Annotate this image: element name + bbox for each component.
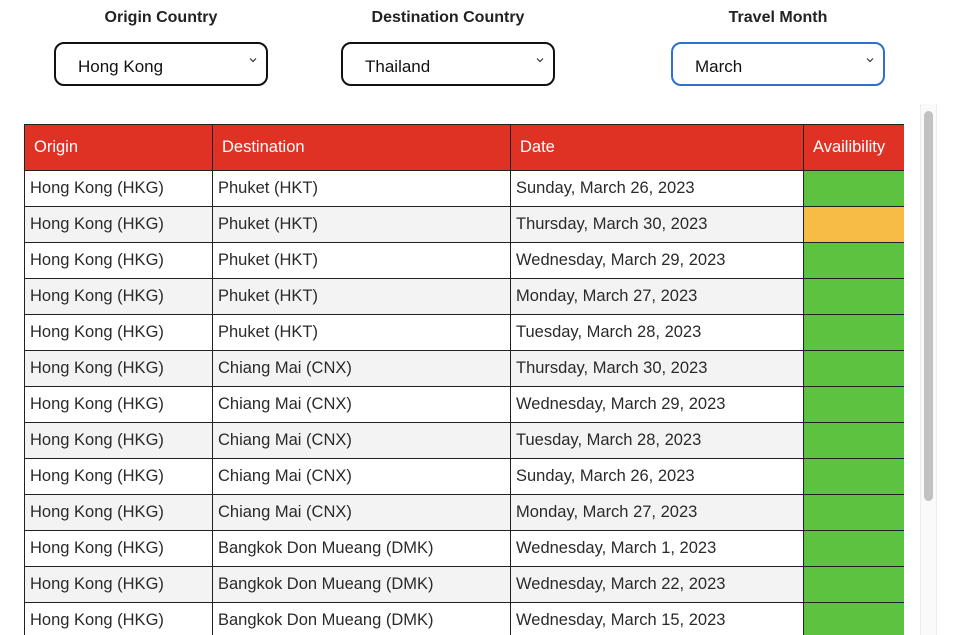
flights-table-container: Origin Destination Date Availibility Hon… [24,124,904,635]
date-cell: Thursday, March 30, 2023 [510,350,804,387]
destination-cell: Chiang Mai (CNX) [212,350,511,387]
availability-indicator-green [803,278,904,315]
availability-indicator-green [803,386,904,423]
destination-cell: Phuket (HKT) [212,242,511,279]
date-cell: Wednesday, March 22, 2023 [510,566,804,603]
destination-cell: Chiang Mai (CNX) [212,458,511,495]
origin-cell: Hong Kong (HKG) [24,422,213,459]
travel-month-label: Travel Month [728,9,828,26]
header-origin: Origin [24,124,213,171]
table-row: Hong Kong (HKG) Phuket (HKT) Tuesday, Marc… [24,314,904,351]
destination-country-value: Thailand [365,57,431,76]
travel-month-value: March [695,57,743,76]
chevron-down-icon [249,58,257,63]
table-row: Hong Kong (HKG) Phuket (HKT) Monday, March… [24,278,904,315]
origin-country-select[interactable]: Hong Kong [54,42,268,86]
header-availability: Availibility [803,124,904,171]
chevron-down-icon [536,58,544,63]
table-row: Hong Kong (HKG) Phuket (HKT) Wednesday, Ma… [24,242,904,279]
origin-cell: Hong Kong (HKG) [24,278,213,315]
origin-cell: Hong Kong (HKG) [24,242,213,279]
availability-indicator-green [803,350,904,387]
table-row: Hong Kong (HKG) Chiang Mai (CNX) Tuesday, … [24,422,904,459]
availability-indicator-green [803,458,904,495]
destination-cell: Phuket (HKT) [212,206,511,243]
origin-cell: Hong Kong (HKG) [24,350,213,387]
table-row: Hong Kong (HKG) Chiang Mai (CNX) Wednesday… [24,386,904,423]
table-row: Hong Kong (HKG) Bangkok Don Mueang (DMK) W… [24,602,904,635]
header-date: Date [510,124,804,171]
table-row: Hong Kong (HKG) Chiang Mai (CNX) Thursday,… [24,350,904,387]
availability-indicator-amber [803,206,904,243]
availability-indicator-green [803,242,904,279]
destination-country-label: Destination Country [371,9,525,26]
table-row: Hong Kong (HKG) Bangkok Don Mueang (DMK) W… [24,530,904,567]
table-row: Hong Kong (HKG) Bangkok Don Mueang (DMK) W… [24,566,904,603]
availability-indicator-green [803,530,904,567]
date-cell: Sunday, March 26, 2023 [510,170,804,207]
availability-indicator-green [803,494,904,531]
origin-cell: Hong Kong (HKG) [24,314,213,351]
table-row: Hong Kong (HKG) Phuket (HKT) Sunday, March… [24,170,904,207]
destination-cell: Bangkok Don Mueang (DMK) [212,566,511,603]
origin-cell: Hong Kong (HKG) [24,206,213,243]
destination-country-select[interactable]: Thailand [341,42,555,86]
table-row: Hong Kong (HKG) Phuket (HKT) Thursday, Mar… [24,206,904,243]
origin-cell: Hong Kong (HKG) [24,494,213,531]
destination-cell: Chiang Mai (CNX) [212,422,511,459]
destination-cell: Bangkok Don Mueang (DMK) [212,530,511,567]
date-cell: Monday, March 27, 2023 [510,278,804,315]
availability-indicator-green [803,170,904,207]
scrollbar-thumb[interactable] [924,111,933,501]
filter-bar: Origin Country Hong Kong Destination Cou… [0,0,960,100]
destination-cell: Chiang Mai (CNX) [212,494,511,531]
table-header-row: Origin Destination Date Availibility [24,124,904,171]
header-destination: Destination [212,124,511,171]
availability-indicator-green [803,314,904,351]
origin-country-label: Origin Country [104,9,218,26]
destination-cell: Phuket (HKT) [212,170,511,207]
destination-cell: Phuket (HKT) [212,278,511,315]
date-cell: Sunday, March 26, 2023 [510,458,804,495]
date-cell: Wednesday, March 15, 2023 [510,602,804,635]
travel-month-select[interactable]: March [671,42,885,86]
availability-indicator-green [803,602,904,635]
date-cell: Tuesday, March 28, 2023 [510,422,804,459]
destination-cell: Chiang Mai (CNX) [212,386,511,423]
date-cell: Wednesday, March 29, 2023 [510,242,804,279]
availability-indicator-green [803,566,904,603]
date-cell: Wednesday, March 29, 2023 [510,386,804,423]
table-row: Hong Kong (HKG) Chiang Mai (CNX) Monday, M… [24,494,904,531]
origin-cell: Hong Kong (HKG) [24,170,213,207]
vertical-scrollbar[interactable] [920,104,937,635]
origin-cell: Hong Kong (HKG) [24,458,213,495]
origin-country-value: Hong Kong [78,57,164,76]
date-cell: Monday, March 27, 2023 [510,494,804,531]
table-row: Hong Kong (HKG) Chiang Mai (CNX) Sunday, M… [24,458,904,495]
origin-cell: Hong Kong (HKG) [24,530,213,567]
date-cell: Wednesday, March 1, 2023 [510,530,804,567]
chevron-down-icon [866,58,874,63]
destination-cell: Bangkok Don Mueang (DMK) [212,602,511,635]
origin-cell: Hong Kong (HKG) [24,566,213,603]
table-body: Hong Kong (HKG) Phuket (HKT) Sunday, March… [24,170,904,635]
destination-cell: Phuket (HKT) [212,314,511,351]
date-cell: Tuesday, March 28, 2023 [510,314,804,351]
date-cell: Thursday, March 30, 2023 [510,206,804,243]
availability-indicator-green [803,422,904,459]
origin-cell: Hong Kong (HKG) [24,602,213,635]
flights-table: Origin Destination Date Availibility Hon… [24,124,904,635]
origin-cell: Hong Kong (HKG) [24,386,213,423]
